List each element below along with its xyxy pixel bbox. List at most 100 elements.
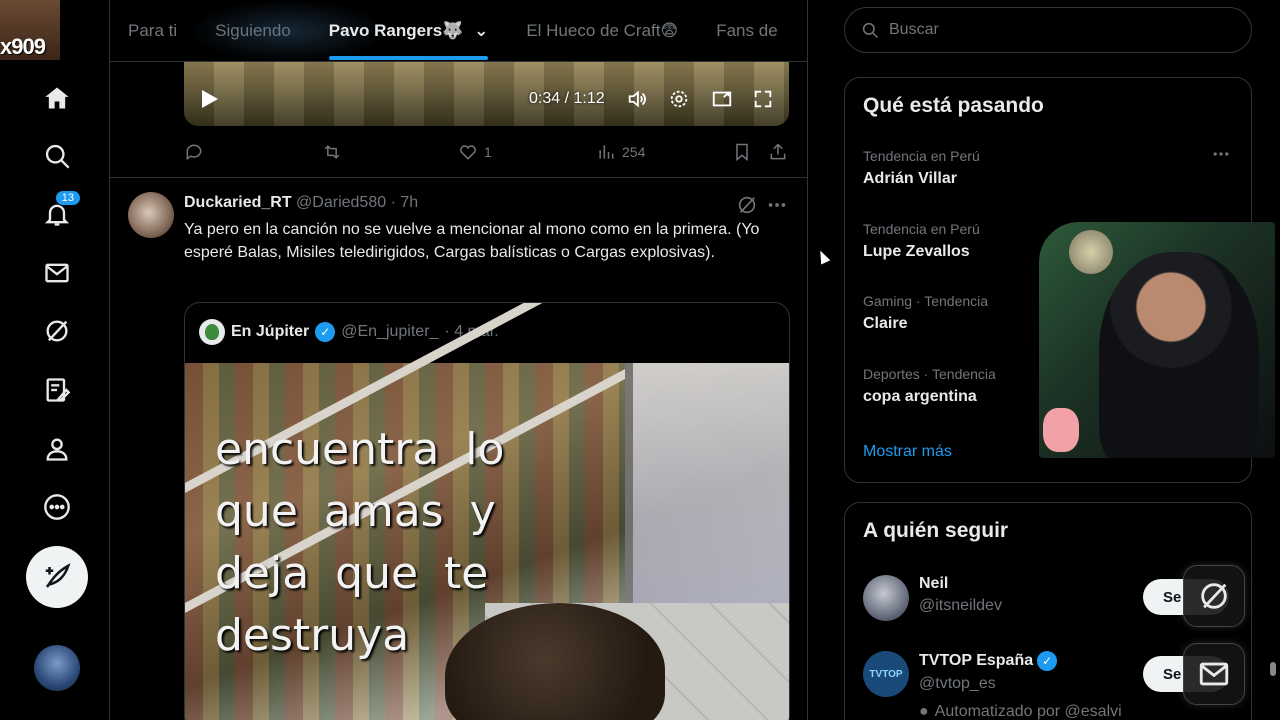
alien-avatar-icon[interactable] bbox=[199, 319, 225, 345]
scrollbar-thumb[interactable] bbox=[1270, 662, 1276, 676]
trend-item[interactable]: Tendencia en Perú Lupe Zevallos bbox=[863, 221, 980, 261]
mail-icon[interactable] bbox=[41, 257, 73, 289]
chevron-down-icon[interactable]: ⌄ bbox=[474, 21, 488, 40]
quoted-media-image[interactable]: encuentra lo que amas y deja que te dest… bbox=[185, 303, 789, 720]
analytics-icon bbox=[599, 145, 614, 159]
follow-avatar[interactable] bbox=[863, 575, 909, 621]
trend-more-icon[interactable] bbox=[1211, 144, 1231, 169]
search-icon[interactable] bbox=[41, 140, 73, 172]
tweet-more-icon[interactable] bbox=[766, 194, 788, 221]
search-icon bbox=[862, 22, 879, 39]
trend-title: Adrián Villar bbox=[863, 170, 957, 187]
trend-context: Deportes · Tendencia bbox=[863, 366, 996, 382]
video-time: 0:34 / 1:12 bbox=[529, 90, 605, 107]
tab-siguiendo[interactable]: Siguiendo bbox=[215, 21, 291, 41]
volume-icon[interactable] bbox=[626, 88, 648, 110]
quoted-author-handle[interactable]: @En_jupiter_ bbox=[341, 323, 438, 341]
grok-explain-icon[interactable] bbox=[736, 194, 758, 221]
grok-float-button[interactable] bbox=[1183, 565, 1245, 627]
follow-avatar-text: TVTOP bbox=[869, 668, 903, 680]
pig-sticker bbox=[1043, 408, 1079, 452]
trend-item[interactable]: Tendencia en Perú Adrián Villar bbox=[863, 148, 980, 188]
tab-pavo-rangers[interactable]: Pavo Rangers🐺 ⌄ bbox=[328, 21, 488, 60]
follow-handle: @tvtop_es bbox=[919, 675, 996, 692]
notifications-badge: 13 bbox=[54, 190, 81, 206]
timeline-tabs: Para ti Siguiendo Pavo Rangers🐺 ⌄ El Hue… bbox=[110, 0, 807, 62]
trend-title: Claire bbox=[863, 315, 908, 332]
play-icon[interactable] bbox=[202, 90, 218, 108]
account-avatar[interactable] bbox=[34, 645, 80, 691]
meme-caption: encuentra lo que amas y deja que te dest… bbox=[215, 424, 505, 661]
streamer-overlay-text: x909 bbox=[0, 34, 46, 59]
streamer-person bbox=[1099, 252, 1259, 458]
follow-handle: @itsneildev bbox=[919, 597, 1002, 614]
grok-icon[interactable] bbox=[41, 315, 73, 347]
show-more-link[interactable]: Mostrar más bbox=[863, 443, 952, 461]
follow-avatar[interactable]: TVTOP bbox=[863, 651, 909, 697]
more-options-icon[interactable] bbox=[41, 491, 73, 523]
tab-para-ti[interactable]: Para ti bbox=[128, 21, 177, 41]
mail-icon bbox=[1199, 662, 1229, 686]
tweet-time[interactable]: · 7h bbox=[391, 194, 419, 211]
fridge bbox=[625, 363, 789, 613]
heart-icon bbox=[460, 145, 476, 160]
search-box[interactable]: Buscar bbox=[844, 7, 1252, 53]
notifications-bell-icon[interactable]: 13 bbox=[41, 190, 81, 230]
lists-icon[interactable] bbox=[41, 374, 73, 406]
follow-name[interactable]: Neil bbox=[919, 575, 1002, 593]
tab-fans-de[interactable]: Fans de bbox=[716, 21, 777, 41]
tweet-author-avatar[interactable] bbox=[128, 192, 174, 238]
trend-context: Tendencia en Perú bbox=[863, 148, 980, 164]
streamer-webcam-overlay bbox=[1039, 222, 1275, 458]
pip-icon[interactable] bbox=[711, 88, 733, 110]
main-timeline: 0:34 / 1:12 1 254 Duckaried_RT @Daried58… bbox=[110, 0, 808, 720]
messages-float-button[interactable] bbox=[1183, 643, 1245, 705]
grok-icon bbox=[1201, 583, 1227, 609]
trending-title: Qué está pasando bbox=[863, 94, 1044, 117]
microphone bbox=[1069, 230, 1113, 274]
like-count: 1 bbox=[484, 144, 492, 160]
trend-title: Lupe Zevallos bbox=[863, 243, 970, 260]
tweet-author-name[interactable]: Duckaried_RT bbox=[184, 194, 292, 211]
video-player[interactable]: 0:34 / 1:12 bbox=[184, 62, 789, 126]
profile-icon[interactable] bbox=[41, 433, 73, 465]
follow-name-row[interactable]: TVTOP España ✓ bbox=[919, 651, 1058, 671]
trend-context: Tendencia en Perú bbox=[863, 221, 980, 237]
trend-context: Gaming · Tendencia bbox=[863, 293, 989, 309]
prev-tweet-actions: 1 254 bbox=[184, 140, 789, 164]
feather-plus-icon bbox=[45, 563, 71, 588]
reply-icon[interactable] bbox=[184, 142, 204, 162]
app-root: x909 13 0:34 / 1:12 1 254 Duckaried_RT @… bbox=[0, 0, 1280, 720]
compose-post-button[interactable] bbox=[26, 546, 88, 608]
home-icon[interactable] bbox=[41, 82, 73, 114]
retweet-icon[interactable] bbox=[322, 142, 342, 162]
verified-badge-icon: ✓ bbox=[315, 322, 336, 342]
tweet-text: Ya pero en la canción no se vuelve a men… bbox=[184, 221, 760, 261]
search-placeholder: Buscar bbox=[889, 21, 939, 38]
quoted-tweet[interactable]: En Júpiter ✓ @En_jupiter_ · 4 mar. encue… bbox=[184, 302, 790, 720]
like-button[interactable]: 1 bbox=[458, 142, 492, 162]
fullscreen-icon[interactable] bbox=[752, 88, 774, 110]
share-icon[interactable] bbox=[768, 142, 788, 162]
verified-badge-icon: ✓ bbox=[1037, 651, 1058, 671]
trend-item[interactable]: Deportes · Tendencia copa argentina bbox=[863, 366, 996, 406]
streamer-overlay-logo: x909 bbox=[0, 0, 60, 60]
bookmark-icon[interactable] bbox=[732, 142, 752, 162]
trend-title: copa argentina bbox=[863, 388, 977, 405]
automation-text: Automatizado por @esalvi bbox=[934, 703, 1122, 720]
tab-hueco-de-craft[interactable]: El Hueco de Craft😨 bbox=[526, 21, 678, 41]
video-frame bbox=[184, 62, 789, 126]
view-count: 254 bbox=[622, 144, 646, 160]
settings-gear-icon[interactable] bbox=[668, 88, 690, 110]
left-nav: x909 13 bbox=[0, 0, 110, 720]
robot-icon: ● bbox=[919, 703, 929, 720]
quoted-author-name[interactable]: En Júpiter bbox=[231, 323, 309, 341]
who-to-follow-title: A quién seguir bbox=[863, 519, 1009, 542]
follow-suggestion[interactable]: Neil @itsneildev bbox=[863, 575, 1002, 621]
tweet-author-handle[interactable]: @Daried580 bbox=[296, 194, 386, 211]
tweet-header: Duckaried_RT @Daried580 · 7h bbox=[184, 194, 418, 212]
trend-item[interactable]: Gaming · Tendencia Claire bbox=[863, 293, 988, 333]
views-button[interactable]: 254 bbox=[596, 142, 645, 162]
follow-suggestion[interactable]: TVTOP TVTOP España ✓ @tvtop_es bbox=[863, 651, 1058, 697]
automation-note: ● Automatizado por @esalvi bbox=[919, 703, 1122, 720]
